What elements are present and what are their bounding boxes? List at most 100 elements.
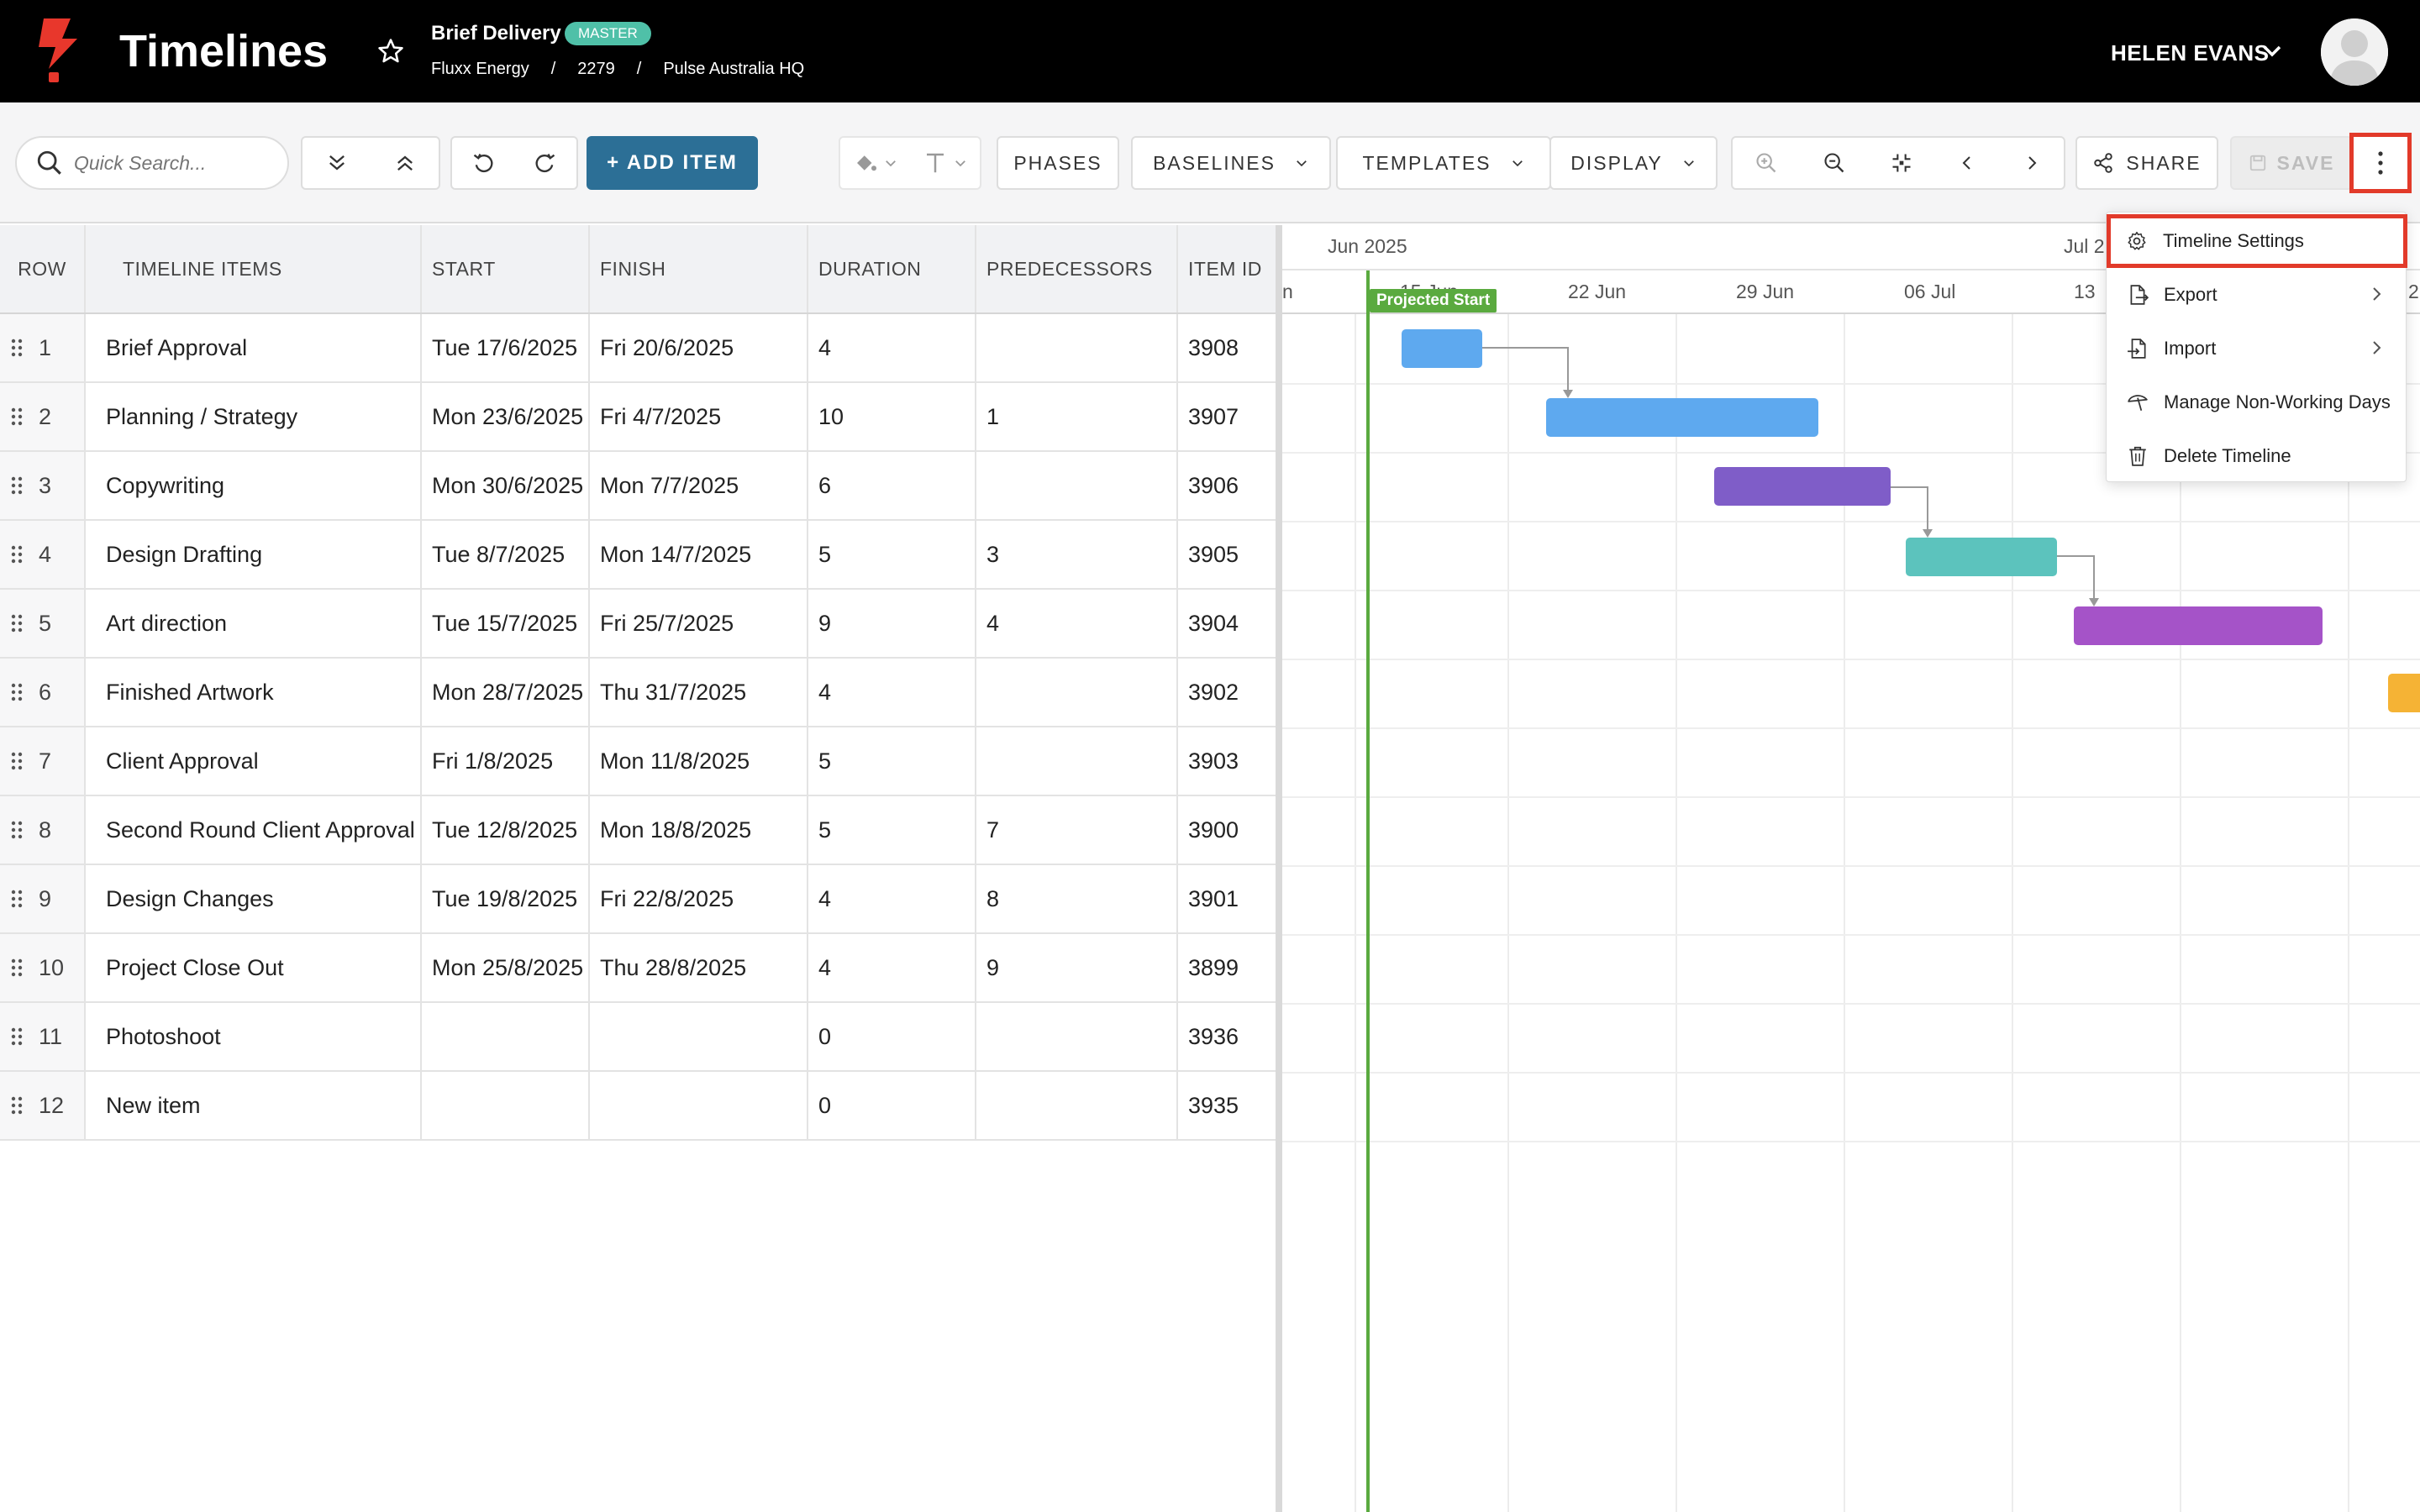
chevron-down-icon[interactable]	[2262, 44, 2282, 59]
duration-cell[interactable]: 10	[808, 383, 976, 450]
table-row[interactable]: 11 Photoshoot 0 3936	[0, 1003, 1276, 1072]
column-header-items[interactable]: TIMELINE ITEMS	[86, 225, 422, 312]
table-row[interactable]: 8 Second Round Client Approval Tue 12/8/…	[0, 796, 1276, 865]
start-date-cell[interactable]: Tue 19/8/2025	[422, 865, 590, 932]
start-date-cell[interactable]: Tue 12/8/2025	[422, 796, 590, 864]
predecessors-cell[interactable]: 7	[976, 796, 1178, 864]
finish-date-cell[interactable]: Fri 20/6/2025	[590, 314, 808, 381]
drag-handle-icon[interactable]	[10, 338, 24, 358]
gantt-bar-design-drafting[interactable]	[1906, 538, 2057, 576]
predecessors-cell[interactable]: 4	[976, 590, 1178, 657]
menu-item-export[interactable]: Export	[2107, 268, 2407, 322]
item-name-cell[interactable]: Design Changes	[86, 865, 422, 932]
duration-cell[interactable]: 5	[808, 521, 976, 588]
share-button[interactable]: SHARE	[2075, 136, 2218, 190]
start-date-cell[interactable]: Tue 8/7/2025	[422, 521, 590, 588]
search-box[interactable]	[15, 136, 289, 190]
predecessors-cell[interactable]	[976, 1072, 1178, 1139]
breadcrumb-client[interactable]: Fluxx Energy	[431, 60, 529, 78]
gantt-bar-copywriting[interactable]	[1714, 467, 1891, 506]
predecessors-cell[interactable]: 9	[976, 934, 1178, 1001]
finish-date-cell[interactable]: Thu 28/8/2025	[590, 934, 808, 1001]
add-item-button[interactable]: + ADD ITEM	[587, 136, 758, 190]
item-name-cell[interactable]: Project Close Out	[86, 934, 422, 1001]
text-style-button[interactable]	[923, 150, 968, 176]
start-date-cell[interactable]: Tue 15/7/2025	[422, 590, 590, 657]
drag-handle-icon[interactable]	[10, 613, 24, 633]
finish-date-cell[interactable]: Mon 14/7/2025	[590, 521, 808, 588]
item-name-cell[interactable]: Second Round Client Approval	[86, 796, 422, 864]
more-options-button[interactable]	[2349, 133, 2412, 193]
finish-date-cell[interactable]	[590, 1003, 808, 1070]
gantt-bar-finished-artwork[interactable]	[2388, 674, 2420, 712]
phases-button[interactable]: PHASES	[997, 136, 1119, 190]
gantt-bar-brief-approval[interactable]	[1402, 329, 1482, 368]
finish-date-cell[interactable]: Mon 11/8/2025	[590, 727, 808, 795]
table-row[interactable]: 6 Finished Artwork Mon 28/7/2025 Thu 31/…	[0, 659, 1276, 727]
save-button[interactable]: SAVE	[2230, 136, 2353, 190]
favorite-star-icon[interactable]	[376, 37, 405, 66]
collapse-all-icon[interactable]	[393, 151, 417, 175]
start-date-cell[interactable]: Tue 17/6/2025	[422, 314, 590, 381]
zoom-out-icon[interactable]	[1823, 151, 1846, 175]
finish-date-cell[interactable]: Fri 4/7/2025	[590, 383, 808, 450]
predecessors-cell[interactable]: 3	[976, 521, 1178, 588]
finish-date-cell[interactable]: Fri 25/7/2025	[590, 590, 808, 657]
drag-handle-icon[interactable]	[10, 958, 24, 978]
duration-cell[interactable]: 4	[808, 314, 976, 381]
gantt-bar-art-direction[interactable]	[2074, 606, 2323, 645]
column-header-finish[interactable]: FINISH	[590, 225, 808, 312]
table-row[interactable]: 12 New item 0 3935	[0, 1072, 1276, 1141]
lightning-logo-icon[interactable]	[37, 18, 79, 84]
start-date-cell[interactable]: Mon 28/7/2025	[422, 659, 590, 726]
table-row[interactable]: 1 Brief Approval Tue 17/6/2025 Fri 20/6/…	[0, 314, 1276, 383]
item-name-cell[interactable]: New item	[86, 1072, 422, 1139]
item-name-cell[interactable]: Photoshoot	[86, 1003, 422, 1070]
column-header-item-id[interactable]: ITEM ID	[1178, 225, 1276, 312]
item-name-cell[interactable]: Copywriting	[86, 452, 422, 519]
start-date-cell[interactable]: Mon 30/6/2025	[422, 452, 590, 519]
expand-all-icon[interactable]	[325, 151, 349, 175]
table-row[interactable]: 10 Project Close Out Mon 25/8/2025 Thu 2…	[0, 934, 1276, 1003]
predecessors-cell[interactable]	[976, 659, 1178, 726]
duration-cell[interactable]: 5	[808, 727, 976, 795]
predecessors-cell[interactable]	[976, 727, 1178, 795]
pane-splitter[interactable]	[1276, 225, 1282, 1512]
duration-cell[interactable]: 4	[808, 659, 976, 726]
duration-cell[interactable]: 6	[808, 452, 976, 519]
drag-handle-icon[interactable]	[10, 889, 24, 909]
breadcrumb-project[interactable]: Pulse Australia HQ	[663, 60, 804, 78]
baselines-button[interactable]: BASELINES	[1131, 136, 1331, 190]
column-header-duration[interactable]: DURATION	[808, 225, 976, 312]
fill-color-button[interactable]	[853, 150, 898, 176]
predecessors-cell[interactable]	[976, 314, 1178, 381]
drag-handle-icon[interactable]	[10, 1095, 24, 1116]
drag-handle-icon[interactable]	[10, 751, 24, 771]
redo-icon[interactable]	[534, 151, 557, 175]
menu-item-import[interactable]: Import	[2107, 322, 2407, 375]
search-input[interactable]	[74, 151, 276, 175]
finish-date-cell[interactable]: Fri 22/8/2025	[590, 865, 808, 932]
display-button[interactable]: DISPLAY	[1549, 136, 1718, 190]
finish-date-cell[interactable]: Thu 31/7/2025	[590, 659, 808, 726]
table-row[interactable]: 2 Planning / Strategy Mon 23/6/2025 Fri …	[0, 383, 1276, 452]
menu-item-timeline-settings[interactable]: Timeline Settings	[2107, 214, 2407, 268]
finish-date-cell[interactable]	[590, 1072, 808, 1139]
duration-cell[interactable]: 0	[808, 1003, 976, 1070]
chevron-left-icon[interactable]	[1957, 153, 1977, 173]
gantt-bar-planning-strategy[interactable]	[1546, 398, 1818, 437]
column-header-predecessors[interactable]: PREDECESSORS	[976, 225, 1178, 312]
item-name-cell[interactable]: Client Approval	[86, 727, 422, 795]
duration-cell[interactable]: 4	[808, 865, 976, 932]
table-row[interactable]: 9 Design Changes Tue 19/8/2025 Fri 22/8/…	[0, 865, 1276, 934]
finish-date-cell[interactable]: Mon 7/7/2025	[590, 452, 808, 519]
predecessors-cell[interactable]: 8	[976, 865, 1178, 932]
drag-handle-icon[interactable]	[10, 407, 24, 427]
start-date-cell[interactable]	[422, 1072, 590, 1139]
start-date-cell[interactable]: Fri 1/8/2025	[422, 727, 590, 795]
avatar[interactable]	[2321, 18, 2388, 86]
menu-item-manage-non-working-days[interactable]: Manage Non-Working Days	[2107, 375, 2407, 429]
menu-item-delete-timeline[interactable]: Delete Timeline	[2107, 429, 2407, 483]
table-row[interactable]: 7 Client Approval Fri 1/8/2025 Mon 11/8/…	[0, 727, 1276, 796]
fit-to-screen-icon[interactable]	[1890, 151, 1913, 175]
